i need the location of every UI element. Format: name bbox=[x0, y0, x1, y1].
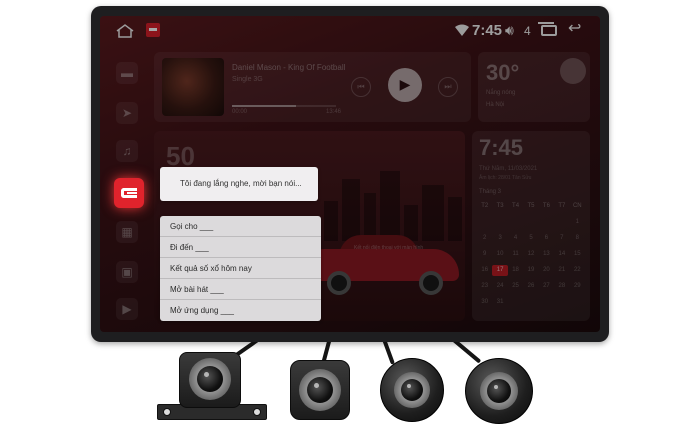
voice-prompt-bubble: Tôi đang lắng nghe, mời bạn nói... bbox=[160, 167, 318, 201]
suggestion-navigate[interactable]: Đi đến ___ bbox=[160, 237, 321, 258]
camera-bracket bbox=[157, 350, 267, 430]
voice-suggestion-list: Gọi cho ___ Đi đến ___ Kết quả số xổ hôm… bbox=[160, 216, 321, 321]
suggestion-play-song[interactable]: Mở bài hát ___ bbox=[160, 279, 321, 300]
suggestion-call[interactable]: Gọi cho ___ bbox=[160, 216, 321, 237]
camera-round-2 bbox=[465, 358, 535, 426]
camera-square bbox=[290, 360, 352, 422]
product-image: 7:45 🔊︎ 4 ↩ ▬ ➤ ♫ ▦ ▣ ▶ Daniel Mason - K… bbox=[0, 0, 700, 438]
suggestion-open-app[interactable]: Mở ứng dụng ___ bbox=[160, 300, 321, 321]
suggestion-lottery[interactable]: Kết quả số xổ hôm nay bbox=[160, 258, 321, 279]
camera-round-1 bbox=[380, 358, 446, 424]
sidebar-item-voice-assistant[interactable] bbox=[114, 178, 144, 208]
